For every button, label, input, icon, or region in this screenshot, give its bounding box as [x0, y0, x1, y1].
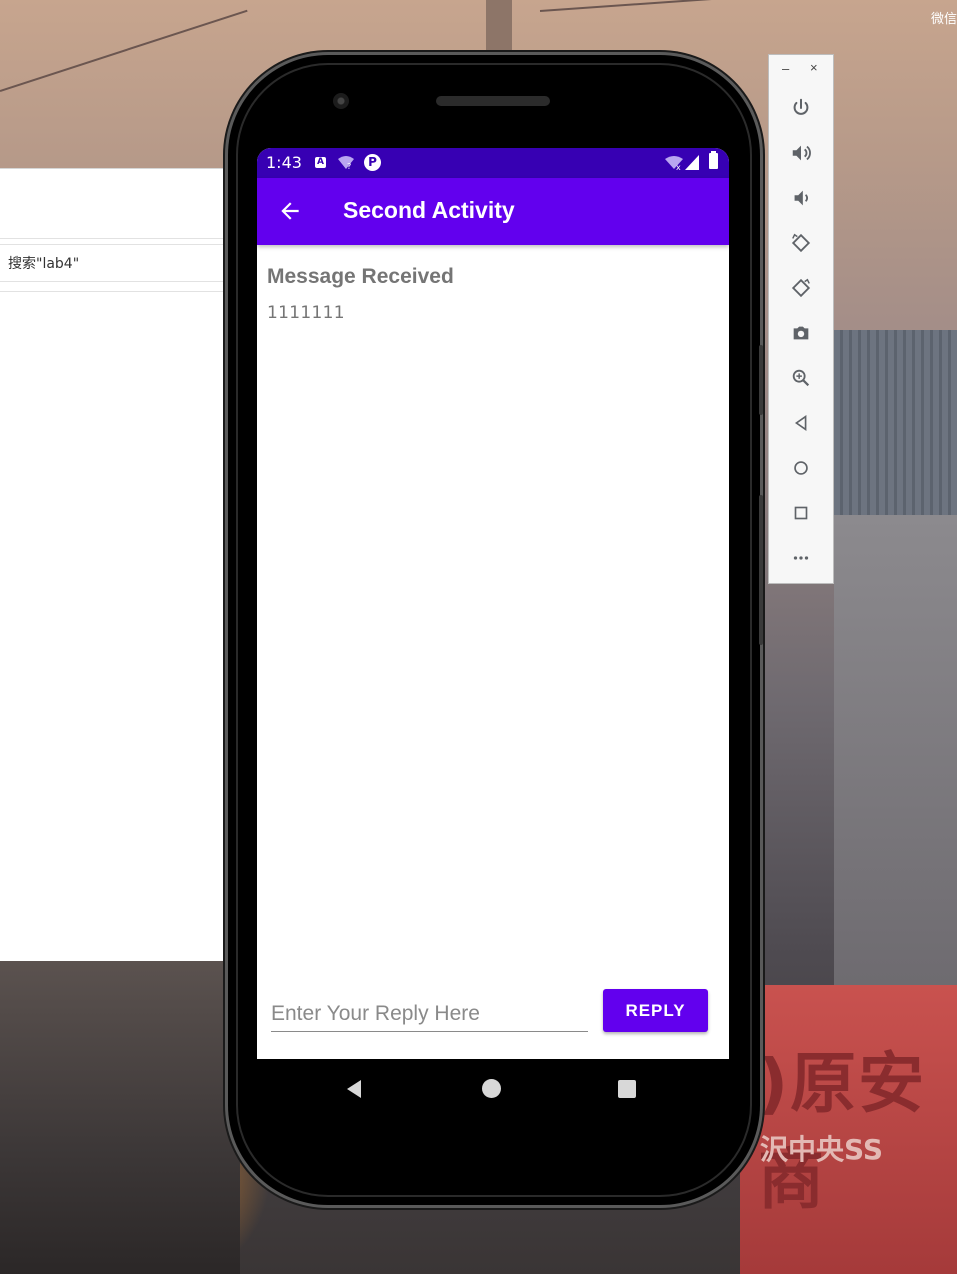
- reply-button[interactable]: REPLY: [603, 989, 708, 1032]
- ide-search-field[interactable]: 搜索"lab4": [0, 244, 232, 282]
- camera-icon[interactable]: [788, 320, 814, 346]
- desktop-corner-label: 微信: [930, 12, 957, 27]
- volume-up-icon[interactable]: [788, 140, 814, 166]
- back-icon[interactable]: [344, 1079, 364, 1099]
- back-icon[interactable]: [788, 410, 814, 436]
- message-text: 1111111: [267, 303, 345, 323]
- phone-power-button[interactable]: [759, 345, 763, 415]
- a-icon: A: [315, 157, 326, 168]
- ide-window: 搜索"lab4": [0, 168, 232, 961]
- app-bar-title: Second Activity: [343, 197, 515, 223]
- wallpaper-roof: [834, 330, 957, 515]
- wallpaper-wall: [834, 515, 957, 985]
- wifi-off-icon: x: [665, 156, 683, 170]
- status-time: 1:43: [266, 153, 302, 172]
- circle-p-icon: P: [364, 154, 381, 171]
- phone-screen: 1:43 A ? P x Second Activity Message Rec…: [257, 148, 729, 1059]
- earpiece-speaker: [436, 96, 550, 106]
- navigation-bar: [257, 1059, 729, 1119]
- phone-frame: 1:43 A ? P x Second Activity Message Rec…: [228, 55, 763, 1205]
- more-icon[interactable]: [788, 545, 814, 571]
- reply-input[interactable]: [271, 996, 588, 1032]
- wallpaper-sign-subtext: 沢中央SS: [760, 1133, 884, 1166]
- svg-text:?: ?: [347, 162, 351, 170]
- minimize-button[interactable]: –: [782, 61, 789, 76]
- rotate-right-icon[interactable]: [788, 275, 814, 301]
- volume-down-icon[interactable]: [788, 185, 814, 211]
- wallpaper-utility-pole: [486, 0, 512, 60]
- close-button[interactable]: ×: [810, 60, 818, 75]
- power-icon[interactable]: [788, 95, 814, 121]
- front-camera: [333, 93, 349, 109]
- signal-icon: [685, 155, 699, 170]
- recent-apps-icon[interactable]: [618, 1080, 636, 1098]
- zoom-icon[interactable]: [788, 365, 814, 391]
- overview-icon[interactable]: [788, 500, 814, 526]
- arrow-back-icon[interactable]: [277, 198, 303, 224]
- emulator-toolbar: – ×: [768, 54, 834, 584]
- home-icon[interactable]: [788, 455, 814, 481]
- svg-text:x: x: [676, 163, 681, 170]
- ide-divider: [0, 238, 232, 239]
- wallpaper-sign-text: )原安商: [758, 1045, 927, 1218]
- home-icon[interactable]: [482, 1079, 501, 1098]
- emulator-toolbar-titlebar: – ×: [769, 55, 833, 85]
- ide-divider: [0, 291, 232, 292]
- status-bar: 1:43 A ? P x: [257, 148, 729, 178]
- app-bar: Second Activity: [257, 178, 729, 245]
- battery-icon: [709, 151, 718, 169]
- wifi-question-icon: ?: [338, 156, 354, 170]
- wallpaper-power-line: [0, 9, 248, 92]
- wallpaper-building-left: [0, 955, 240, 1274]
- message-heading: Message Received: [267, 265, 454, 288]
- phone-volume-button[interactable]: [759, 495, 763, 645]
- rotate-left-icon[interactable]: [788, 230, 814, 256]
- wallpaper-power-line: [539, 0, 740, 12]
